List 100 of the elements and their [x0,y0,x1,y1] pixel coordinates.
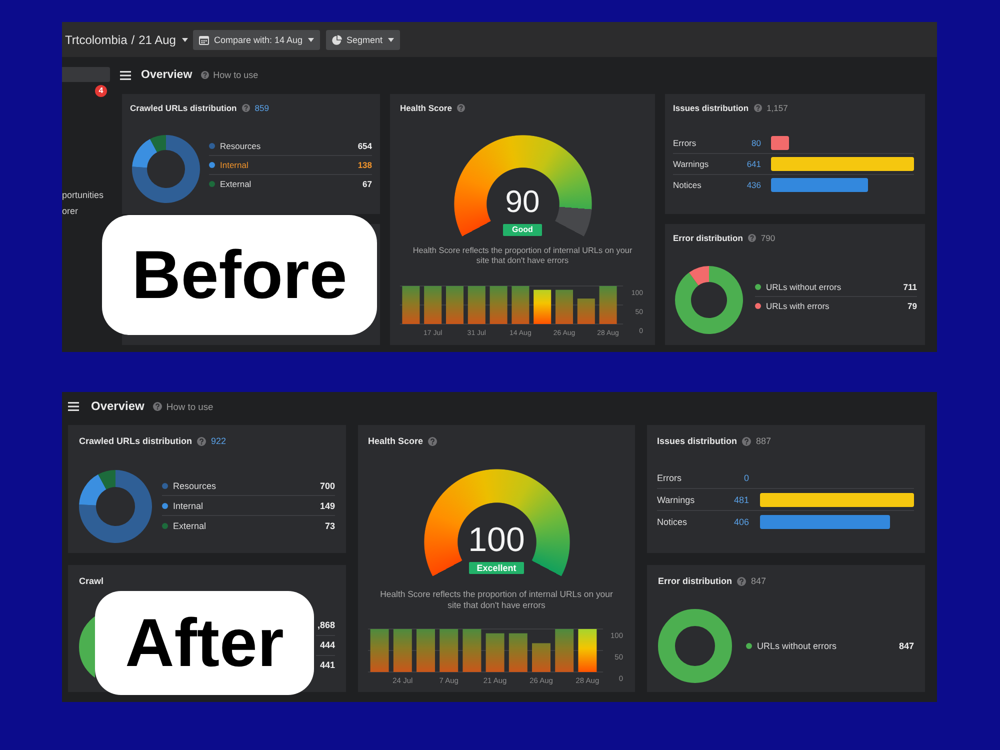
rating-badge: Excellent [468,562,524,574]
help-icon [242,104,250,112]
compare-button[interactable]: Compare with: 14 Aug [192,30,320,50]
help-link[interactable]: How to use [213,70,258,80]
sidebar-item[interactable]: portunities [62,190,110,201]
calendar-icon [198,34,209,44]
issue-count: 406 [732,516,749,526]
project-name: Trtcolombia [65,32,128,46]
legend-value: 73 [324,520,335,530]
total-count: 790 [760,233,776,243]
chart-bar [555,629,574,672]
legend-value: 444 [316,635,335,655]
chart-bar [771,136,789,150]
chart-bar [490,286,508,324]
legend-value: 711 [903,282,917,292]
legend-value: 654 [358,141,372,151]
issue-count: 641 [746,159,761,169]
legend-value: 67 [362,179,372,189]
issue-label: Notices [673,180,702,190]
total-count: 859 [254,103,269,113]
issue-count: 436 [746,180,761,190]
card-title: Crawled URLs distribution [130,103,237,113]
chart-bar [462,629,482,672]
chart-bar [512,286,530,324]
chart-bar [534,290,552,324]
card-title: Crawled URLs distribution [79,436,192,446]
breadcrumb-separator: / [131,32,135,46]
legend-value: 149 [320,500,335,510]
card-title: Health Score [368,436,424,446]
help-link[interactable]: How to use [166,400,214,412]
help-icon [754,104,762,112]
help-icon [742,436,752,446]
help-icon [737,576,746,586]
chart-bar [556,290,573,324]
legend-value: 138 [358,160,372,170]
legend-label: External [173,520,208,530]
health-score-value: 90 [505,186,540,217]
sidebar-item[interactable]: orer [62,206,110,217]
notification-badge: 4 [95,85,107,97]
chart-bar [508,633,528,672]
chart-bar [468,286,486,324]
total-count: 847 [751,576,766,586]
chart-bar [393,629,412,672]
health-description: Health Score reflects the proportion of internal URLs on your site that don't have errors [412,246,634,266]
donut-chart-drawing [79,616,95,678]
legend-value: 700 [320,480,335,490]
chart-bar [416,629,435,672]
total-count: 1,157 [766,103,788,113]
page-title: Overview [91,399,144,413]
legend-value: 441 [316,655,335,675]
legend-label: Resources [220,141,262,151]
help-icon [428,436,438,446]
page-title: Overview [141,68,192,82]
help-icon [201,71,210,79]
legend-label: External [220,179,252,189]
caption-label: After [95,591,314,695]
card-title: Error distribution [673,233,743,243]
caret-icon [308,38,314,42]
menu-icon[interactable] [120,70,131,80]
legend-label: URLs without errors [757,641,838,651]
chart-bar [577,298,595,324]
menu-icon[interactable] [68,402,79,410]
legend-label: Internal [173,500,204,510]
issue-label: Notices [657,516,688,526]
chart-bar [599,286,617,324]
legend-label: URLs without errors [766,282,842,292]
legend-value: 79 [908,300,917,310]
card-title: Health Score [400,103,452,113]
caret-icon [388,38,394,42]
issue-label: Errors [673,138,698,148]
chart-bar [446,286,464,324]
segment-button[interactable]: Segment [326,30,400,50]
legend-label: Internal [220,160,250,170]
issue-count: 0 [742,472,749,482]
card-title: Issues distribution [657,436,738,446]
pie-chart-icon [332,34,342,44]
help-icon [197,436,206,446]
help-icon [748,234,756,242]
date-dropdown[interactable]: 21 Aug [138,32,188,46]
legend-label: Resources [173,480,218,490]
issue-label: Warnings [657,494,696,504]
issue-label: Warnings [673,159,710,169]
issue-count: 481 [732,494,749,504]
chart-bar [424,286,442,324]
chart-bar [578,629,597,672]
card-title: Crawl [79,576,104,586]
chart-bar [402,286,420,324]
legend-value: 847 [898,641,914,651]
search-field[interactable] [62,67,110,82]
caption-label: Before [102,215,377,335]
help-icon [456,104,465,112]
legend-label: URLs with errors [766,300,830,310]
chart-bar [440,629,458,672]
chart-bar [486,633,504,672]
total-count: 887 [756,436,772,446]
chart-bar [532,643,550,672]
total-count: 922 [211,436,226,446]
card-title: Error distribution [658,576,732,586]
issue-count: 80 [750,138,761,148]
issue-label: Errors [657,472,682,482]
